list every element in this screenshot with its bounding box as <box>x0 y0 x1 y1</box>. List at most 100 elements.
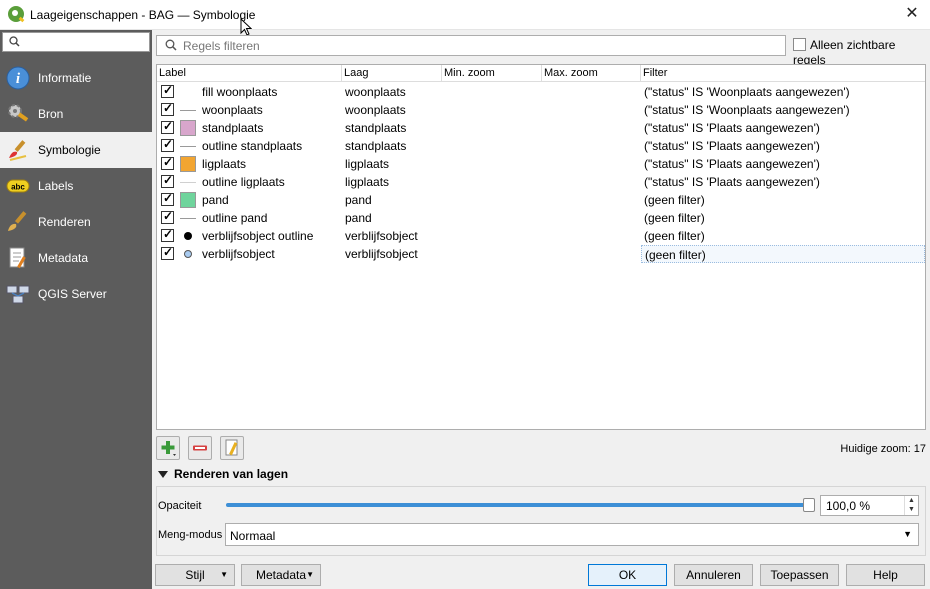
sidebar-search-input[interactable] <box>2 32 150 52</box>
point-symbol-icon <box>180 246 196 262</box>
rule-checkbox[interactable] <box>161 119 174 134</box>
layer-rendering-title: Renderen van lagen <box>174 467 289 481</box>
dropdown-arrow-icon: ▼ <box>220 570 228 579</box>
rule-filter: ("status" IS 'Plaats aangewezen') <box>644 121 820 135</box>
style-menu-button[interactable]: Stijl ▼ <box>155 564 235 586</box>
only-visible-rules-checkbox[interactable]: Alleen zichtbare regels <box>793 37 930 67</box>
rule-layer: standplaats <box>345 121 407 135</box>
table-row[interactable]: verblijfsobject verblijfsobject (geen filt… <box>157 245 925 263</box>
only-visible-label: Alleen zichtbare regels <box>793 37 896 67</box>
table-row[interactable]: outline pand pand (geen filter) <box>157 209 925 227</box>
rule-checkbox[interactable] <box>161 245 174 260</box>
sidebar-item-metadata[interactable]: Metadata <box>0 240 152 276</box>
table-row[interactable]: verblijfsobject outline verblijfsobject (g… <box>157 227 925 245</box>
rule-checkbox[interactable] <box>161 83 174 98</box>
rule-label: outline pand <box>202 211 268 225</box>
rule-checkbox[interactable] <box>161 173 174 188</box>
sidebar-item-qgis-server[interactable]: QGIS Server <box>0 276 152 312</box>
close-icon[interactable]: ✕ <box>904 6 920 22</box>
cancel-button[interactable]: Annuleren <box>674 564 753 586</box>
line-symbol-icon <box>180 174 196 190</box>
table-row[interactable]: woonplaats woonplaats ("status" IS 'Woonpl… <box>157 101 925 119</box>
column-header-filter[interactable]: Filter <box>641 65 925 82</box>
rule-filter: (geen filter) <box>641 245 925 263</box>
sidebar-item-informatie[interactable]: i Informatie <box>0 60 152 96</box>
rule-label: verblijfsobject outline <box>202 229 314 243</box>
remove-rule-button[interactable] <box>188 436 212 460</box>
column-header-layer[interactable]: Laag <box>342 65 442 82</box>
edit-rule-button[interactable] <box>220 436 244 460</box>
rule-layer: pand <box>345 193 372 207</box>
rule-checkbox[interactable] <box>161 155 174 170</box>
labels-abc-icon: abc <box>6 179 30 193</box>
rendering-brush-icon <box>8 211 27 231</box>
rule-checkbox[interactable] <box>161 209 174 224</box>
spinbox-arrows-icon[interactable]: ▲ ▼ <box>904 496 918 515</box>
rule-label: standplaats <box>202 121 264 135</box>
source-icon <box>8 104 29 122</box>
table-header: Label Laag Min. zoom Max. zoom Filter <box>157 65 925 82</box>
table-row[interactable]: pand pand (geen filter) <box>157 191 925 209</box>
add-rule-button[interactable] <box>156 436 180 460</box>
table-row[interactable]: ligplaats ligplaats ("status" IS 'Plaats a… <box>157 155 925 173</box>
metadata-menu-button[interactable]: Metadata ▼ <box>241 564 321 586</box>
rule-layer: standplaats <box>345 139 407 153</box>
table-row[interactable]: fill woonplaats woonplaats ("status" IS 'W… <box>157 83 925 101</box>
blend-mode-label: Meng-modus <box>158 529 223 541</box>
search-icon <box>9 36 20 50</box>
sidebar-item-renderen[interactable]: Renderen <box>0 204 152 240</box>
column-header-max-zoom[interactable]: Max. zoom <box>542 65 641 82</box>
ok-button[interactable]: OK <box>588 564 667 586</box>
sidebar-item-label: Symbologie <box>38 143 101 157</box>
window-title: Laageigenschappen - BAG — Symbologie <box>30 8 256 22</box>
rule-filter: (geen filter) <box>644 211 705 225</box>
rule-label: fill woonplaats <box>202 85 278 99</box>
table-row[interactable]: outline ligplaats ligplaats ("status" IS '… <box>157 173 925 191</box>
table-row[interactable]: standplaats standplaats ("status" IS 'Plaa… <box>157 119 925 137</box>
opacity-value: 100,0 % <box>826 499 871 513</box>
help-button[interactable]: Help <box>846 564 925 586</box>
sidebar-item-symbologie[interactable]: Symbologie <box>0 132 152 168</box>
table-row[interactable]: outline standplaats standplaats ("status" … <box>157 137 925 155</box>
opacity-slider-handle[interactable] <box>803 498 815 512</box>
rules-table: Label Laag Min. zoom Max. zoom Filter fi… <box>156 64 926 430</box>
rule-layer: woonplaats <box>345 103 406 117</box>
sidebar-item-label: Informatie <box>38 71 92 85</box>
rule-checkbox[interactable] <box>161 191 174 206</box>
checkbox[interactable] <box>793 38 806 52</box>
layer-rendering-header[interactable]: Renderen van lagen <box>158 467 288 481</box>
blend-mode-value: Normaal <box>230 529 276 543</box>
search-icon <box>165 39 177 54</box>
rule-checkbox[interactable] <box>161 227 174 242</box>
rule-filter: ("status" IS 'Woonplaats aangewezen') <box>644 85 850 99</box>
style-button-label: Stijl <box>185 568 205 582</box>
rule-label: outline ligplaats <box>202 175 285 189</box>
chevron-down-icon: ▼ <box>903 529 912 539</box>
sidebar-item-label: Renderen <box>38 215 91 229</box>
column-header-min-zoom[interactable]: Min. zoom <box>442 65 542 82</box>
line-symbol-icon <box>180 138 196 154</box>
rule-checkbox[interactable] <box>161 137 174 152</box>
blend-mode-select[interactable]: Normaal ▼ <box>225 523 919 546</box>
rule-label: woonplaats <box>202 103 263 117</box>
apply-button[interactable]: Toepassen <box>760 564 839 586</box>
rule-filter: ("status" IS 'Plaats aangewezen') <box>644 175 820 189</box>
rule-label: verblijfsobject <box>202 247 275 261</box>
info-icon: i <box>6 66 30 90</box>
rule-filter: ("status" IS 'Plaats aangewezen') <box>644 157 820 171</box>
opacity-slider-track[interactable] <box>226 503 812 507</box>
rule-layer: ligplaats <box>345 157 390 171</box>
opacity-spinbox[interactable]: 100,0 % ▲ ▼ <box>820 495 919 516</box>
sidebar-item-labels[interactable]: abc Labels <box>0 168 152 204</box>
column-header-label[interactable]: Label <box>157 65 342 82</box>
sidebar: i Informatie Bron Symbologie abc Labels … <box>0 30 152 589</box>
rule-filter-input[interactable]: Regels filteren <box>156 35 786 56</box>
no-symbol-icon <box>180 84 196 100</box>
fill-symbol-icon <box>180 156 196 172</box>
rule-filter: ("status" IS 'Woonplaats aangewezen') <box>644 103 850 117</box>
point-symbol-icon <box>180 228 196 244</box>
rule-checkbox[interactable] <box>161 101 174 116</box>
metadata-button-label: Metadata <box>255 568 307 582</box>
sidebar-item-bron[interactable]: Bron <box>0 96 152 132</box>
remove-rule-icon <box>193 445 207 451</box>
